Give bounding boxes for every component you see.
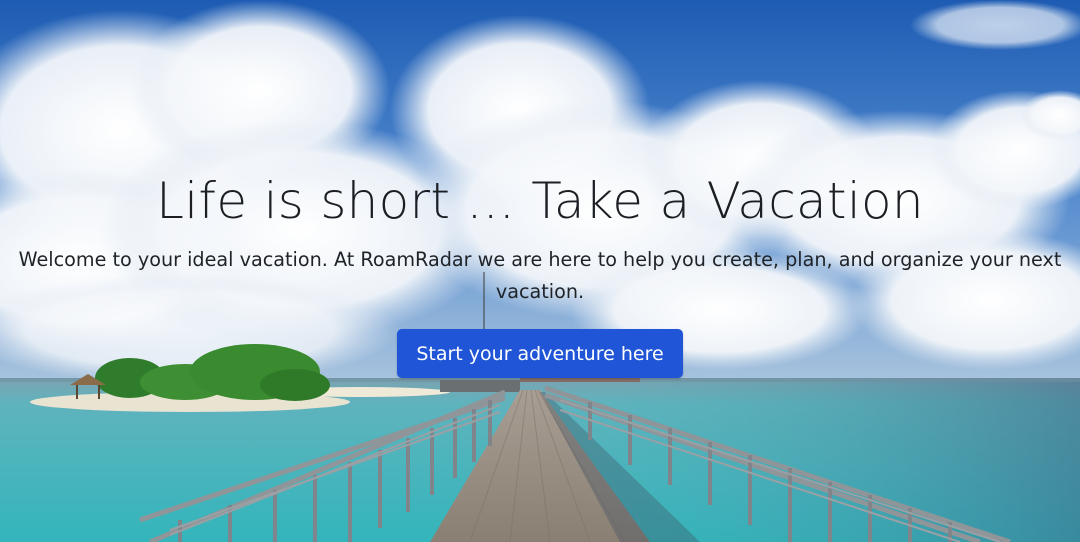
hero-headline: Life is short ... Take a Vacation (156, 172, 924, 230)
hero-section: Life is short ... Take a Vacation Welcom… (0, 0, 1080, 542)
start-adventure-button[interactable]: Start your adventure here (397, 329, 683, 378)
hero-subtitle: Welcome to your ideal vacation. At RoamR… (18, 248, 1062, 303)
hero-content: Life is short ... Take a Vacation Welcom… (0, 0, 1080, 542)
